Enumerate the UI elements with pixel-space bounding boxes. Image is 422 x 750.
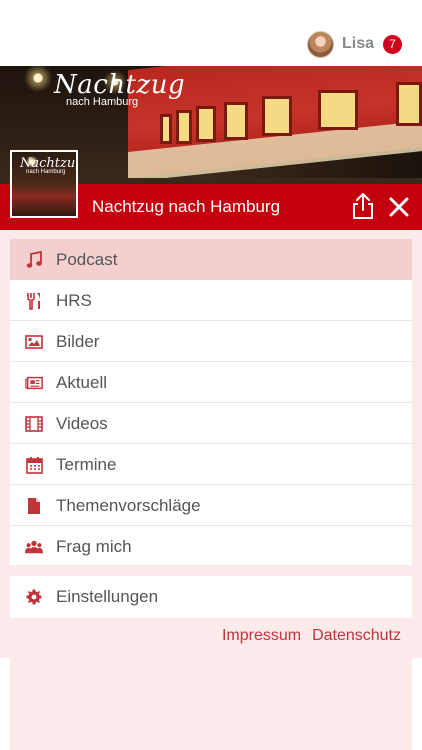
menu-item-label: Bilder xyxy=(56,331,100,351)
newspaper-icon xyxy=(25,374,43,392)
menu-item-label: Frag mich xyxy=(56,536,132,556)
train-window xyxy=(396,82,422,126)
menu-item-label: Podcast xyxy=(56,249,118,269)
impressum-link[interactable]: Impressum xyxy=(222,627,301,645)
gear-icon xyxy=(25,588,43,606)
menu-item-label: Termine xyxy=(56,454,117,474)
menu-item-label: Videos xyxy=(56,413,108,433)
menu-item-frag-mich[interactable]: Frag mich xyxy=(10,526,412,567)
menu-item-podcast[interactable]: Podcast xyxy=(10,239,412,280)
users-icon xyxy=(25,538,43,556)
menu-item-label: Aktuell xyxy=(56,372,108,392)
music-note-icon xyxy=(25,250,43,269)
app-screen: Lisa 7 Nachtzug nach Hamburg Nachtzug na… xyxy=(0,0,422,750)
menu-item-label: HRS xyxy=(56,290,92,310)
close-icon xyxy=(389,197,409,217)
thumbnail-logo-subtitle: nach Hamburg xyxy=(26,169,66,175)
channel-title: Nachtzug nach Hamburg xyxy=(92,197,281,216)
menu-item-videos[interactable]: Videos xyxy=(10,403,412,444)
train-window xyxy=(262,96,292,136)
notification-badge[interactable]: 7 xyxy=(383,34,402,54)
cutlery-icon xyxy=(25,292,43,310)
close-button[interactable] xyxy=(386,194,412,220)
user-menu[interactable]: Lisa 7 xyxy=(306,29,402,59)
image-icon xyxy=(25,333,43,351)
username[interactable]: Lisa xyxy=(342,35,374,53)
train-window xyxy=(160,114,172,144)
navigation-menu: Podcast HRS Bilder Aktuell Videos Termin… xyxy=(10,239,412,565)
settings-label: Einstellungen xyxy=(56,587,159,606)
film-icon xyxy=(25,415,43,433)
menu-item-themenvorschlaege[interactable]: Themenvorschläge xyxy=(10,485,412,526)
share-icon xyxy=(353,193,373,219)
datenschutz-link[interactable]: Datenschutz xyxy=(312,627,401,645)
footer-links: Impressum Datenschutz xyxy=(222,627,401,645)
menu-item-bilder[interactable]: Bilder xyxy=(10,321,412,362)
menu-item-hrs[interactable]: HRS xyxy=(10,280,412,321)
train-window xyxy=(318,90,358,130)
train-window xyxy=(176,110,192,144)
hero-logo-subtitle: nach Hamburg xyxy=(66,96,139,108)
document-icon xyxy=(25,497,43,515)
train-window xyxy=(224,102,248,140)
menu-item-termine[interactable]: Termine xyxy=(10,444,412,485)
calendar-icon xyxy=(25,456,43,474)
channel-thumbnail[interactable]: Nachtzug nach Hamburg xyxy=(10,150,78,218)
menu-item-label: Themenvorschläge xyxy=(56,495,201,515)
menu-item-einstellungen[interactable]: Einstellungen xyxy=(10,576,412,618)
share-button[interactable] xyxy=(350,192,376,220)
avatar[interactable] xyxy=(306,30,334,58)
top-bar: Lisa 7 xyxy=(0,0,422,66)
train-window xyxy=(196,106,216,142)
menu-item-aktuell[interactable]: Aktuell xyxy=(10,362,412,403)
lower-panel xyxy=(10,658,412,750)
